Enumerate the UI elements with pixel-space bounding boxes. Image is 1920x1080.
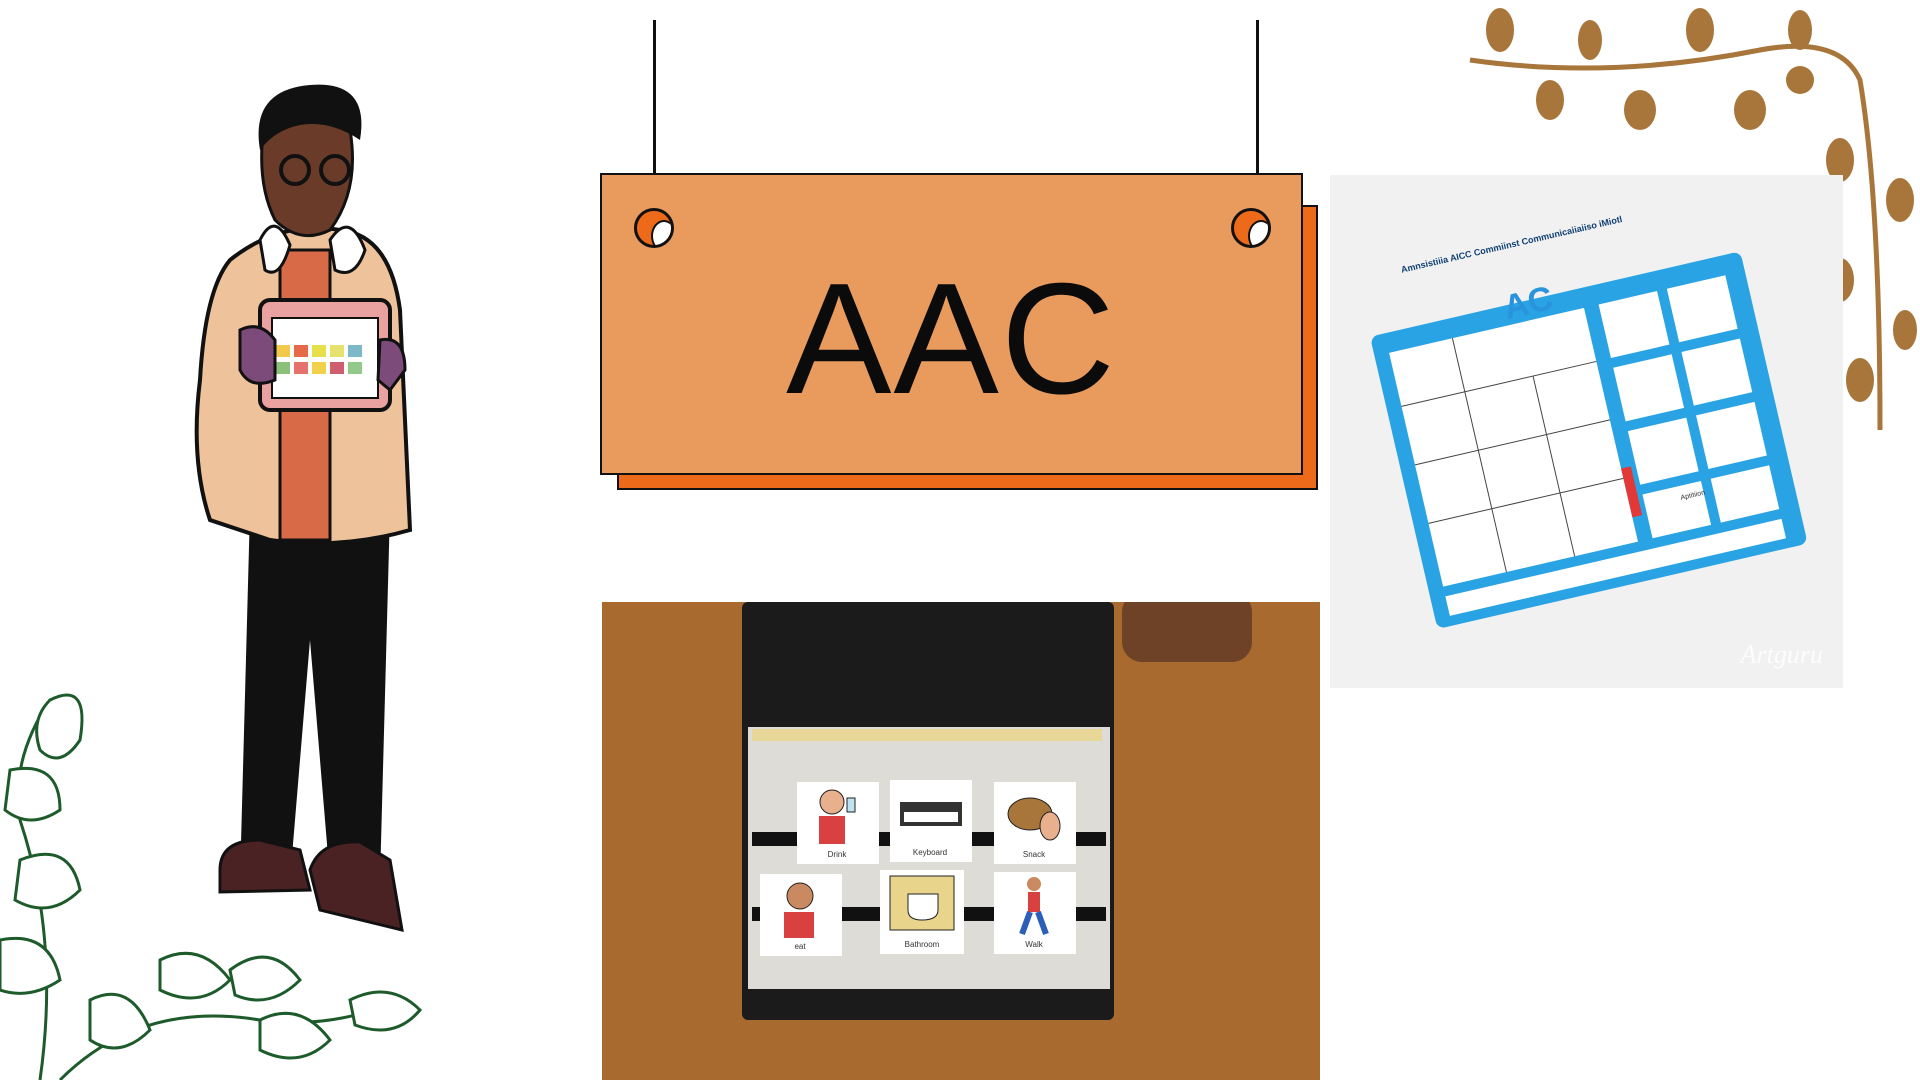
sign-wire-right (1256, 20, 1259, 195)
drinking-person-icon (819, 789, 856, 844)
binder-rings (752, 729, 1102, 741)
card-label: Keyboard (912, 848, 948, 857)
toilet-icon (889, 875, 955, 931)
eating-person-icon (784, 882, 814, 938)
card-bathroom: Bathroom (880, 870, 964, 954)
communication-board (1371, 252, 1807, 628)
card-label: Walk (1025, 940, 1043, 949)
sign-board: AAC (600, 173, 1303, 475)
keyboard-icon (900, 802, 962, 826)
card-keyboard: Keyboard (890, 780, 972, 862)
card-walk: Walk (994, 872, 1076, 954)
sign-ring-left (634, 208, 674, 248)
aac-communication-board-photo: Amnsistiiia AICC Commiinst Communicaiiai… (1330, 175, 1843, 688)
sign-ring-right (1231, 208, 1271, 248)
pretzel-icon (1007, 797, 1061, 841)
sign-title: AAC (786, 251, 1117, 427)
card-label: eat (794, 942, 806, 951)
card-snack: Snack (994, 782, 1076, 864)
walking-person-icon (1019, 877, 1049, 936)
card-label: Drink (827, 850, 847, 859)
watermark: Artguru (1740, 640, 1823, 669)
card-label: Bathroom (904, 940, 940, 949)
card-eat: eat (760, 874, 842, 956)
sign-wire-left (653, 20, 656, 195)
jar-blur (1122, 602, 1252, 662)
card-label: Snack (1022, 850, 1046, 859)
aac-hanging-sign: AAC (600, 20, 1320, 500)
card-drink: Drink (797, 782, 879, 864)
green-leaves-decoration (0, 693, 423, 1080)
aac-binder-photo: Drink Keyboard Snack eat Bathroom Walk (602, 602, 1320, 1080)
